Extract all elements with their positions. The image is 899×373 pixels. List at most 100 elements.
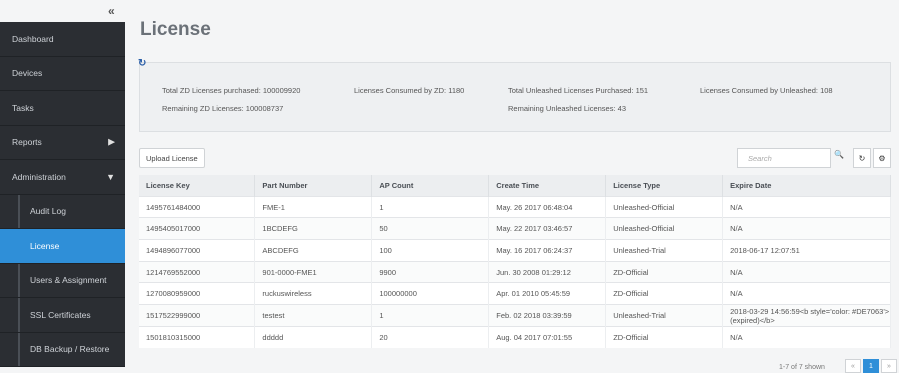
table-row[interactable]: 1517522999000 testest 1 Feb. 02 2018 03:… [139,303,891,327]
sidebar-item-ssl-certificates[interactable]: SSL Certificates [0,298,125,333]
column-header-create-time[interactable]: Create Time [488,175,607,196]
sidebar-item-users-assignment[interactable]: Users & Assignment [0,263,125,298]
sidebar-item-label: DB Backup / Restore [30,344,110,355]
table-row[interactable]: 1270080959000 ruckuswireless 100000000 A… [139,282,891,305]
remaining-zd-licenses: Remaining ZD Licenses: 100008737 [162,104,284,113]
sidebar-item-reports[interactable]: Reports ▶ [0,125,125,160]
sidebar-item-audit-log[interactable]: Audit Log [0,194,125,229]
cell-create-time: Jun. 30 2008 01:29:12 [488,260,607,283]
consumed-zd-licenses: Licenses Consumed by ZD: 1180 [354,86,465,95]
sidebar-item-label: Devices [12,68,43,79]
sidebar-item-label: License [30,240,60,251]
sidebar-item-license[interactable]: License [0,229,125,264]
cell-part-number: 1BCDEFG [254,217,373,240]
cell-ap-count: 50 [371,217,490,240]
sidebar-nav: Dashboard Devices Tasks Reports ▶ Adminis… [0,22,125,367]
cell-expire-date: N/A [722,195,891,218]
pager-page-1-button[interactable]: 1 [863,359,879,373]
collapse-sidebar-icon[interactable]: « [108,4,114,18]
sidebar-item-db-backup-restore[interactable]: DB Backup / Restore [0,332,125,367]
cell-license-key: 1214769552000 [139,260,256,283]
page-title: License [140,19,211,40]
upload-license-button[interactable]: Upload License [139,148,205,168]
cell-expire-date: N/A [722,325,891,348]
cell-license-type: Unleashed-Official [605,195,724,218]
sidebar-item-administration[interactable]: Administration ▼ [0,160,125,195]
main-content: License ↻ Total ZD Licenses purchased: 1… [125,0,899,373]
cell-license-key: 1270080959000 [139,282,256,305]
table-settings-button[interactable]: ⚙ [873,148,891,168]
column-header-license-type[interactable]: License Type [605,175,724,196]
cell-expire-date: N/A [722,217,891,240]
license-table: License Key Part Number AP Count Create … [139,175,891,348]
pager-prev-button[interactable]: « [845,359,861,373]
sidebar-item-label: Reports [12,137,42,148]
cell-license-key: 1501810315000 [139,325,256,348]
table-row[interactable]: 1495761484000 FME-1 1 May. 26 2017 06:48… [139,195,891,218]
refresh-summary-icon[interactable]: ↻ [138,58,146,69]
sidebar-item-label: Audit Log [30,206,66,217]
table-row[interactable]: 1494896077000 ABCDEFG 100 May. 16 2017 0… [139,238,891,262]
cell-license-type: Unleashed-Trial [605,238,724,262]
cell-license-type: ZD-Official [605,325,724,348]
search-input[interactable]: Search [737,148,831,168]
cell-license-type: Unleashed-Official [605,217,724,240]
sidebar-item-label: Administration [12,171,66,182]
column-header-license-key[interactable]: License Key [139,175,256,196]
consumed-unleashed-licenses: Licenses Consumed by Unleashed: 108 [700,86,833,95]
cell-create-time: May. 26 2017 06:48:04 [488,195,607,218]
cell-expire-date: N/A [722,260,891,283]
sidebar-item-tasks[interactable]: Tasks [0,91,125,126]
chevron-down-icon: ▼ [106,171,115,182]
cell-license-key: 1494896077000 [139,238,256,262]
cell-create-time: Feb. 02 2018 03:39:59 [488,303,607,327]
sidebar-item-label: Tasks [12,102,34,113]
cell-part-number: ruckuswireless [254,282,373,305]
cell-ap-count: 9900 [371,260,490,283]
cell-part-number: ddddd [254,325,373,348]
sidebar-item-label: Dashboard [12,33,54,44]
cell-part-number: FME-1 [254,195,373,218]
cell-create-time: May. 22 2017 03:46:57 [488,217,607,240]
column-header-part-number[interactable]: Part Number [254,175,373,196]
cell-part-number: ABCDEFG [254,238,373,262]
table-row[interactable]: 1501810315000 ddddd 20 Aug. 04 2017 07:0… [139,325,891,348]
table-row[interactable]: 1495405017000 1BCDEFG 50 May. 22 2017 03… [139,217,891,240]
cell-ap-count: 100 [371,238,490,262]
sidebar-item-dashboard[interactable]: Dashboard [0,22,125,57]
cell-expire-date: 2018-06-17 12:07:51 [722,238,891,262]
table-header-row: License Key Part Number AP Count Create … [139,175,891,196]
cell-license-type: ZD-Official [605,260,724,283]
total-zd-licenses: Total ZD Licenses purchased: 100009920 [162,86,301,95]
cell-expire-date: N/A [722,282,891,305]
pager-summary: 1-7 of 7 shown [779,364,825,371]
pager-next-button[interactable]: » [881,359,897,373]
cell-ap-count: 1 [371,303,490,327]
cell-create-time: Apr. 01 2010 05:45:59 [488,282,607,305]
cell-ap-count: 20 [371,325,490,348]
total-unleashed-licenses: Total Unleashed Licenses Purchased: 151 [508,86,649,95]
cell-ap-count: 100000000 [371,282,490,305]
cell-license-key: 1495405017000 [139,217,256,240]
cell-create-time: Aug. 04 2017 07:01:55 [488,325,607,348]
remaining-unleashed-licenses: Remaining Unleashed Licenses: 43 [508,104,626,113]
gear-icon: ⚙ [878,153,886,163]
column-header-expire-date[interactable]: Expire Date [722,175,891,196]
cell-license-type: Unleashed-Trial [605,303,724,327]
search-icon[interactable]: 🔍 [834,150,844,159]
cell-ap-count: 1 [371,195,490,218]
cell-license-type: ZD-Official [605,282,724,305]
sidebar-item-devices[interactable]: Devices [0,56,125,91]
cell-expire-date: 2018-03-29 14:56:59<b style='color: #DE7… [722,303,891,327]
refresh-table-button[interactable]: ↻ [853,148,871,168]
sidebar: « Dashboard Devices Tasks Reports ▶ Admin… [0,0,125,373]
column-header-ap-count[interactable]: AP Count [371,175,490,196]
cell-part-number: 901-0000-FME1 [254,260,373,283]
sidebar-item-label: SSL Certificates [30,309,91,320]
refresh-icon: ↻ [858,153,866,163]
chevron-right-icon: ▶ [108,136,115,147]
table-row[interactable]: 1214769552000 901-0000-FME1 9900 Jun. 30… [139,260,891,283]
sidebar-item-label: Users & Assignment [30,275,107,286]
cell-license-key: 1495761484000 [139,195,256,218]
cell-create-time: May. 16 2017 06:24:37 [488,238,607,262]
